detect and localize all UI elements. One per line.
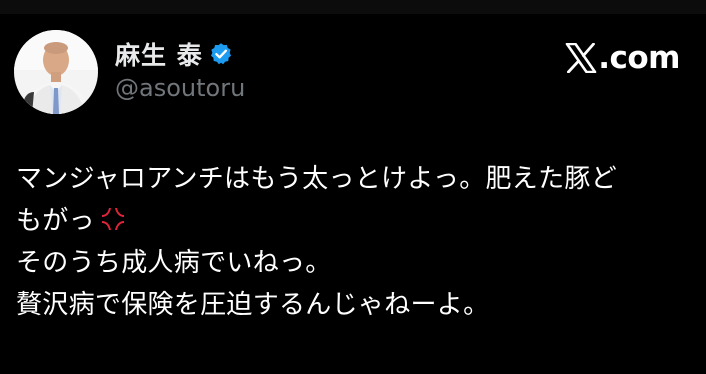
post-line-1: マンジャロアンチはもう太っとけよっ。肥えた豚ど [16, 164, 618, 194]
verified-badge-icon [209, 42, 233, 66]
top-strip [0, 0, 706, 14]
anger-symbol-icon [99, 204, 127, 232]
x-logo-icon [565, 43, 597, 73]
post-line-2: もがっ [16, 200, 696, 242]
post-text: マンジャロアンチはもう太っとけよっ。肥えた豚ど もがっ そのうち成人病でいねっ。… [16, 158, 696, 326]
post-line-3: そのうち成人病でいねっ。 [16, 248, 332, 278]
avatar[interactable] [14, 30, 98, 114]
user-handle[interactable]: @asoutoru [115, 74, 245, 102]
display-name[interactable]: 麻生 泰 [115, 36, 203, 72]
post-header: 麻生 泰 @asoutoru .com [14, 30, 692, 116]
author-info: 麻生 泰 @asoutoru [115, 36, 245, 102]
profile-photo-icon [14, 30, 98, 114]
x-logo-domain: .com [598, 40, 680, 76]
post-line-4: 贅沢病で保険を圧迫するんじゃねーよ。 [16, 290, 490, 320]
name-row: 麻生 泰 [115, 36, 245, 72]
post-line-2-text: もがっ [16, 206, 95, 236]
x-com-logo[interactable]: .com [565, 36, 680, 80]
